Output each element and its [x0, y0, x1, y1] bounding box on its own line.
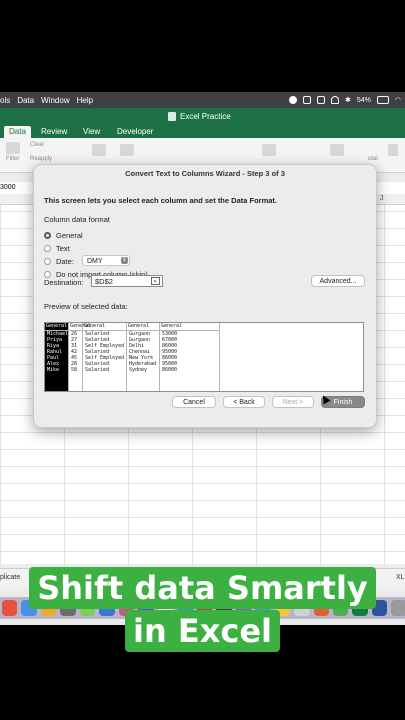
- caption-line-2-wrap: in Excel: [0, 610, 405, 652]
- preview-cell: Sydney: [129, 367, 148, 373]
- tab-developer[interactable]: Developer: [117, 126, 153, 138]
- preview-cell: Mike: [47, 367, 60, 373]
- workbook-title: Excel Practice: [180, 112, 231, 121]
- wifi-icon[interactable]: ◠: [395, 96, 401, 104]
- text-to-columns-icon[interactable]: [92, 144, 106, 158]
- display-icon[interactable]: [303, 96, 311, 104]
- headphones-icon[interactable]: [331, 96, 339, 104]
- dialog-title: Convert Text to Columns Wizard - Step 3 …: [125, 169, 285, 178]
- screen: ols Data Window Help ✱ 54% ◠ Excel Pract…: [0, 92, 405, 625]
- advanced-button[interactable]: Advanced...: [311, 275, 365, 287]
- bluetooth-icon[interactable]: ✱: [345, 96, 351, 104]
- dialog-instruction: This screen lets you select each column …: [44, 196, 277, 205]
- preview-column-header: General: [45, 323, 68, 331]
- radio-general-label: General: [56, 231, 83, 240]
- radio-text[interactable]: Text: [44, 244, 70, 253]
- chevron-updown-icon: ⇕: [121, 257, 128, 264]
- preview-cell: 58: [71, 367, 78, 373]
- preview-column[interactable]: General Salaried Salaried Self Employed Sala…: [83, 323, 127, 391]
- excel-title-bar: Excel Practice: [0, 108, 405, 126]
- caption-line-1: Shift data Smartly: [29, 567, 376, 609]
- destination-value: $D$2: [95, 277, 113, 286]
- column-format-label: Column data format: [44, 215, 110, 224]
- radio-skip-dot[interactable]: [44, 271, 51, 278]
- preview-column-header: General: [127, 323, 159, 331]
- date-format-select[interactable]: DMY ⇕: [82, 255, 130, 266]
- name-box[interactable]: 3000: [0, 184, 16, 191]
- caption-line-2: in Excel: [124, 610, 281, 652]
- flash-fill-icon[interactable]: [120, 144, 134, 158]
- preview-column-header: General: [160, 323, 219, 331]
- subtotal-label[interactable]: otal: [368, 156, 378, 162]
- destination-input[interactable]: $D$2 ↖: [91, 275, 163, 287]
- preview-cell: Salaried: [85, 367, 110, 373]
- radio-general[interactable]: General: [44, 231, 83, 240]
- filter-label: Filter: [6, 156, 20, 162]
- radio-date-dot[interactable]: [44, 258, 51, 265]
- menu-window[interactable]: Window: [41, 96, 69, 105]
- next-button[interactable]: Next >: [272, 396, 314, 408]
- reapply-button[interactable]: Reapply: [30, 156, 52, 162]
- radio-date-label: Date:: [56, 257, 74, 266]
- date-format-value: DMY: [87, 258, 103, 265]
- cancel-button[interactable]: Cancel: [172, 396, 216, 408]
- mac-menubar: ols Data Window Help ✱ 54% ◠: [0, 92, 405, 108]
- clear-label: Clear: [30, 142, 45, 148]
- menu-data[interactable]: Data: [17, 96, 34, 105]
- reapply-label: Reapply: [30, 156, 53, 162]
- preview-label: Preview of selected data:: [44, 302, 128, 311]
- tab-view[interactable]: View: [83, 126, 100, 138]
- battery-level: 54%: [356, 96, 371, 104]
- back-button[interactable]: < Back: [223, 396, 265, 408]
- tab-data[interactable]: Data: [4, 126, 31, 138]
- preview-column-header: General: [69, 323, 92, 331]
- preview-column[interactable]: General Gurgaon Gurgaon Delhi Chennai New Yor…: [127, 323, 160, 391]
- what-if-icon[interactable]: [262, 144, 276, 158]
- column-header-j[interactable]: J: [380, 195, 384, 202]
- menu-help[interactable]: Help: [77, 96, 93, 105]
- preview-column[interactable]: General Michael Priya Riya Rahul Paul Alex Mike: [45, 323, 69, 391]
- radio-date[interactable]: Date:: [44, 257, 74, 266]
- data-preview[interactable]: General Michael Priya Riya Rahul Paul Alex Mike…: [44, 322, 364, 392]
- radio-text-dot[interactable]: [44, 245, 51, 252]
- preview-column[interactable]: General 26 27 31 42 45 28 58: [69, 323, 92, 391]
- filter-group[interactable]: Filter: [6, 142, 20, 162]
- range-picker-icon[interactable]: ↖: [151, 277, 160, 285]
- filter-icon: [6, 142, 20, 154]
- preview-cell: 86000: [162, 367, 178, 373]
- group-icon[interactable]: [388, 144, 398, 158]
- workbook-icon: [168, 112, 176, 121]
- preview-column-header: General: [83, 323, 126, 331]
- text-to-columns-dialog: Convert Text to Columns Wizard - Step 3 …: [33, 164, 377, 428]
- tab-review[interactable]: Review: [41, 126, 67, 138]
- battery-icon[interactable]: [376, 96, 389, 104]
- radio-text-label: Text: [56, 244, 70, 253]
- menu-tools[interactable]: ols: [0, 96, 10, 105]
- outline-icon[interactable]: [330, 144, 344, 158]
- preview-column[interactable]: General 53000 67000 86000 95000 86000 95000 860…: [160, 323, 220, 391]
- radio-general-dot[interactable]: [44, 232, 51, 239]
- record-icon[interactable]: [289, 96, 297, 104]
- clear-button[interactable]: Clear: [30, 142, 44, 148]
- ribbon-tabs: Data Review View Developer: [0, 126, 405, 138]
- destination-label: Destination:: [44, 278, 84, 287]
- caption-line-1-wrap: Shift data Smartly: [0, 567, 405, 609]
- airplay-icon[interactable]: [317, 96, 325, 104]
